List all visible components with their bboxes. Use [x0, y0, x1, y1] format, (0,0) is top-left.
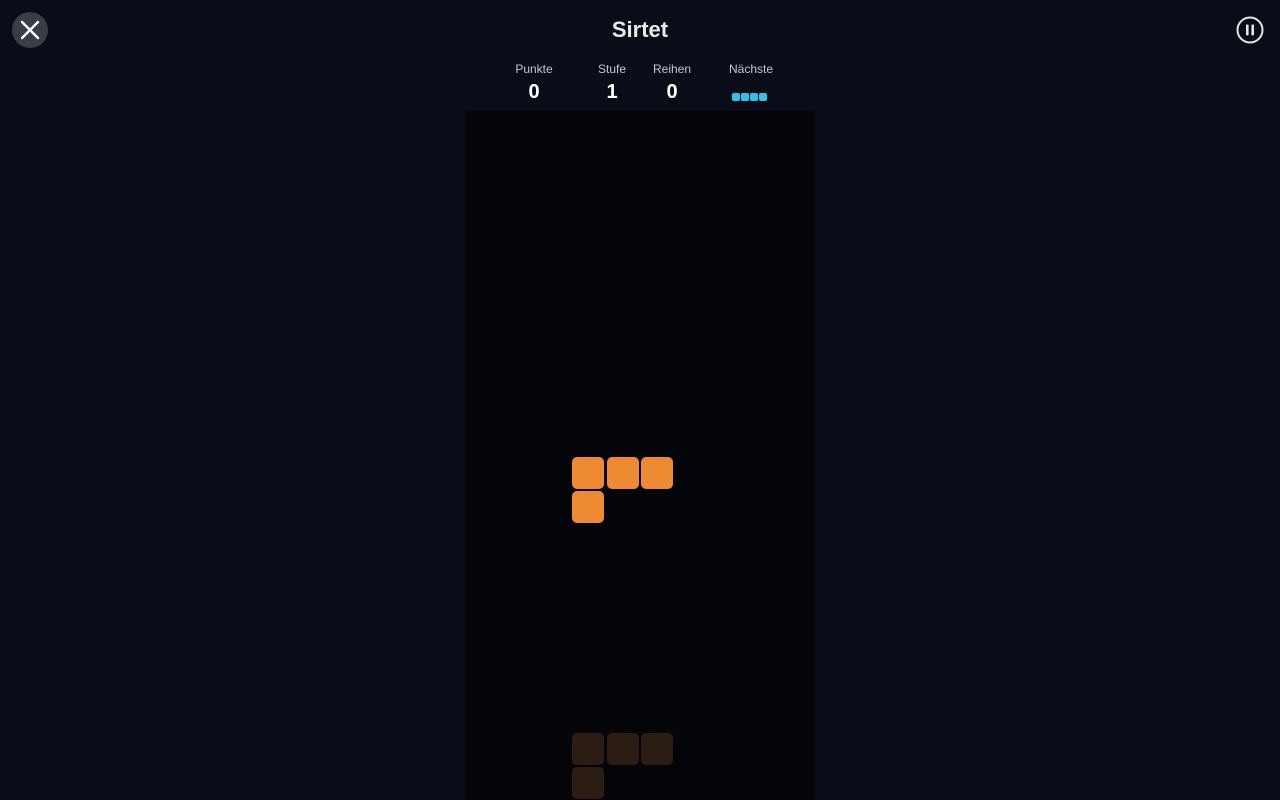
level-stat: Stufe 1: [587, 61, 637, 103]
ghost-piece-cell: [572, 733, 604, 765]
level-value: 1: [606, 81, 618, 103]
pause-icon: [1236, 16, 1264, 44]
game-screen: Sirtet Punkte 0 Stufe 1 Reihen 0 Nächste: [0, 0, 1280, 800]
lines-label: Reihen: [652, 62, 692, 76]
ghost-piece-cell: [607, 733, 639, 765]
next-piece-cell: [750, 93, 758, 101]
pause-button[interactable]: [1236, 16, 1264, 44]
level-label: Stufe: [597, 62, 627, 76]
score-value: 0: [528, 81, 540, 103]
game-board[interactable]: [465, 111, 815, 800]
game-title: Sirtet: [611, 17, 669, 42]
next-stat: Nächste: [716, 61, 786, 103]
next-piece-cell: [759, 93, 767, 101]
active-piece-cell: [572, 491, 604, 523]
next-piece-cell: [741, 93, 749, 101]
lines-stat: Reihen 0: [644, 61, 700, 103]
ghost-piece-cell: [572, 767, 604, 799]
next-piece-cell: [732, 93, 740, 101]
next-label: Nächste: [728, 62, 774, 76]
active-piece-cell: [641, 457, 673, 489]
score-stat: Punkte 0: [504, 61, 564, 103]
active-piece-cell: [607, 457, 639, 489]
lines-value: 0: [666, 81, 678, 103]
active-piece-cell: [572, 457, 604, 489]
next-piece-preview: [716, 77, 786, 103]
score-label: Punkte: [515, 62, 553, 76]
ghost-piece-cell: [641, 733, 673, 765]
